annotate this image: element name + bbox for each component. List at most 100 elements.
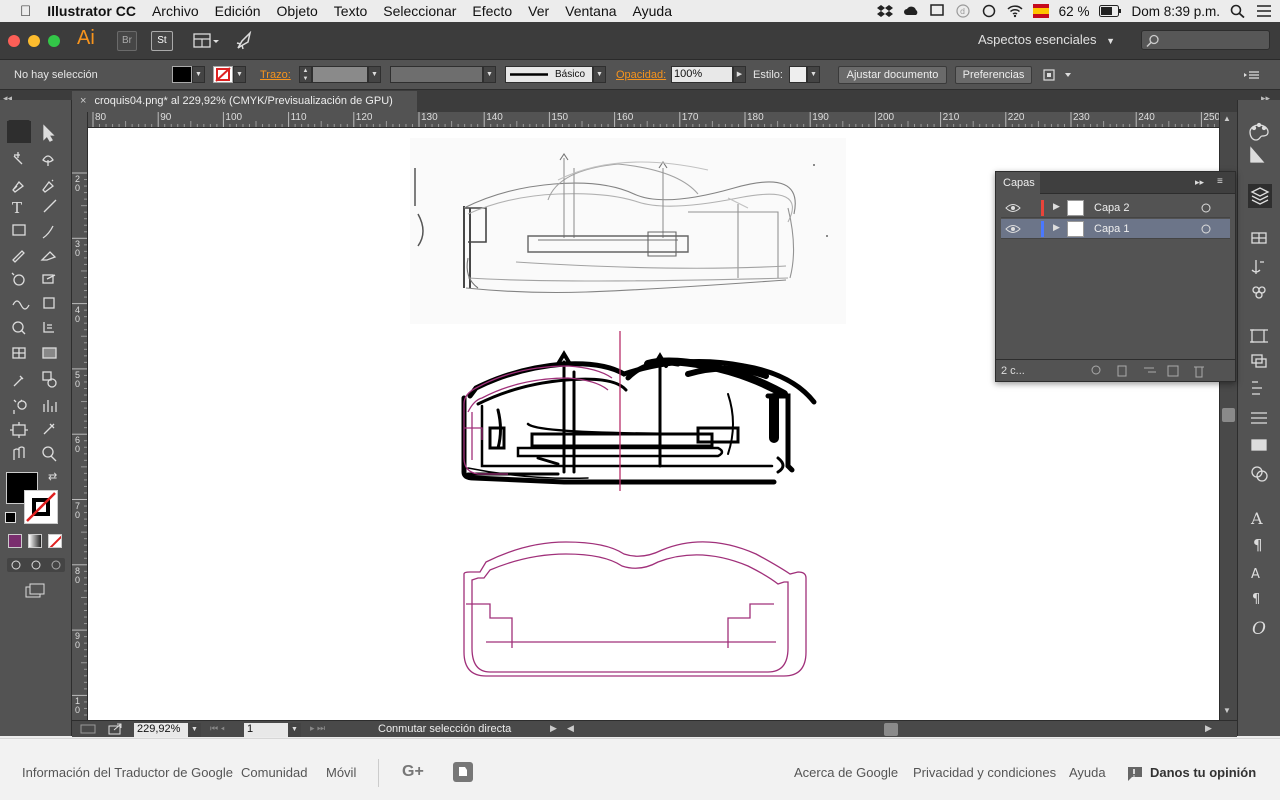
shape-builder-tool[interactable]	[8, 316, 30, 338]
paragraph-panel-icon[interactable]	[1249, 532, 1271, 554]
zoom-window-button[interactable]	[48, 35, 60, 47]
curvature-tool[interactable]	[39, 170, 61, 192]
bridge-button[interactable]: Br	[117, 31, 137, 51]
selection-tool[interactable]	[8, 120, 30, 142]
default-colors-icon[interactable]	[5, 512, 16, 523]
scroll-up-arrow-icon[interactable]: ▲	[1223, 114, 1231, 123]
eyedropper-tool[interactable]	[8, 366, 30, 388]
zoom-level-input[interactable]: 229,92%	[134, 723, 188, 737]
google-plus-icon[interactable]: G+	[402, 763, 424, 781]
new-sublayer-icon[interactable]	[1141, 362, 1157, 378]
target-circle-icon[interactable]	[1201, 224, 1211, 234]
footer-link-about-google[interactable]: Acerca de Google	[794, 765, 898, 780]
screen-mode-button[interactable]	[24, 582, 46, 600]
layer-row[interactable]: ▶ Capa 1	[1001, 219, 1230, 239]
swap-fill-stroke-icon[interactable]: ⇄	[48, 470, 57, 483]
pen-tool[interactable]	[8, 170, 30, 192]
layers-panel-menu-icon[interactable]: ≡	[1217, 176, 1223, 187]
paintbrush-tool[interactable]	[39, 218, 61, 240]
layers-panel-tab[interactable]: Capas	[996, 172, 1040, 194]
scroll-right-arrow-icon[interactable]: ▶	[1205, 723, 1212, 734]
close-window-button[interactable]	[8, 35, 20, 47]
rotate-tool[interactable]	[8, 268, 30, 290]
minimize-window-button[interactable]	[28, 35, 40, 47]
footer-link-help[interactable]: Ayuda	[1069, 765, 1106, 780]
menubar-clock[interactable]: Dom 8:39 p.m.	[1131, 4, 1220, 19]
ink-drawing[interactable]	[461, 350, 817, 485]
close-tab-icon[interactable]: ×	[80, 95, 86, 107]
sync-settings-button[interactable]	[235, 30, 255, 51]
gpu-performance-icon[interactable]	[80, 723, 98, 735]
profile-dropdown[interactable]: ▼	[483, 66, 496, 83]
paragraph-styles-panel-icon[interactable]	[1249, 587, 1271, 609]
character-panel-icon[interactable]	[1249, 505, 1271, 527]
layer-name[interactable]: Capa 2	[1094, 202, 1129, 214]
new-layer-icon[interactable]	[1166, 362, 1182, 378]
expand-triangle-icon[interactable]: ▶	[1053, 222, 1060, 233]
scroll-down-arrow-icon[interactable]: ▼	[1223, 706, 1231, 715]
variable-width-profile[interactable]	[390, 66, 483, 83]
blogger-icon[interactable]	[453, 762, 473, 782]
opacity-input[interactable]: 100%	[671, 66, 733, 83]
menu-efecto[interactable]: Efecto	[464, 3, 520, 19]
creative-cloud-icon[interactable]	[903, 4, 919, 18]
graphic-style-dropdown[interactable]: ▼	[807, 66, 820, 83]
menu-app-name[interactable]: Illustrator CC	[39, 3, 144, 19]
vertical-scroll-thumb[interactable]	[1222, 408, 1235, 422]
apple-icon[interactable]: 	[0, 3, 39, 20]
free-transform-tool[interactable]	[39, 292, 61, 314]
menu-seleccionar[interactable]: Seleccionar	[375, 3, 464, 19]
brushes-panel-icon[interactable]	[1249, 255, 1271, 277]
menu-ventana[interactable]: Ventana	[557, 3, 624, 19]
align-options-button[interactable]	[1043, 67, 1073, 83]
artboard-number-input[interactable]: 1	[244, 723, 290, 737]
gradient-mode-button[interactable]	[28, 534, 42, 548]
artboard-dropdown[interactable]: ▼	[288, 723, 301, 737]
opentype-panel-icon[interactable]	[1249, 616, 1271, 638]
eraser-tool[interactable]	[39, 243, 61, 265]
scale-tool[interactable]	[39, 268, 61, 290]
layer-name[interactable]: Capa 1	[1094, 223, 1129, 235]
line-segment-tool[interactable]	[39, 194, 61, 216]
mesh-tool[interactable]	[8, 342, 30, 364]
type-tool[interactable]	[8, 194, 30, 216]
layer-row[interactable]: ▶ Capa 2	[1001, 198, 1230, 218]
rectangle-tool[interactable]	[8, 218, 30, 240]
arrange-documents-button[interactable]	[193, 31, 223, 51]
stroke-label[interactable]: Trazo:	[260, 69, 291, 81]
magic-wand-tool[interactable]	[8, 144, 30, 166]
footer-link-community[interactable]: Comunidad	[241, 765, 308, 780]
menu-archivo[interactable]: Archivo	[144, 3, 207, 19]
stroke-dropdown[interactable]: ▼	[233, 66, 246, 83]
symbols-panel-icon[interactable]	[1249, 281, 1271, 303]
feedback-icon[interactable]	[1127, 766, 1143, 782]
stroke-panel-icon[interactable]	[1249, 406, 1271, 428]
symbol-sprayer-tool[interactable]	[8, 392, 30, 414]
libraries-panel-icon[interactable]	[1249, 226, 1271, 248]
hand-tool[interactable]	[8, 442, 30, 464]
color-guide-panel-icon[interactable]	[1249, 117, 1271, 139]
footer-link-privacy[interactable]: Privacidad y condiciones	[913, 765, 1056, 780]
fill-dropdown[interactable]: ▼	[192, 66, 205, 83]
none-mode-button[interactable]	[48, 534, 62, 548]
graphic-style-swatch[interactable]	[789, 66, 807, 83]
zoom-tool[interactable]	[39, 442, 61, 464]
help-search-input[interactable]	[1141, 30, 1270, 50]
color-mode-button[interactable]	[8, 534, 22, 548]
perspective-grid-tool[interactable]	[39, 316, 61, 338]
control-panel-menu-button[interactable]	[1243, 67, 1261, 83]
share-icon[interactable]	[108, 723, 124, 735]
stock-button[interactable]: St	[151, 31, 173, 51]
zoom-dropdown[interactable]: ▼	[188, 723, 201, 737]
clipping-mask-icon[interactable]	[1116, 362, 1132, 378]
first-artboard-icon[interactable]: ⏮ ◂	[210, 723, 225, 734]
spotlight-search-icon[interactable]	[1230, 4, 1246, 18]
transparency-panel-icon[interactable]	[1249, 434, 1271, 456]
opacity-slider-button[interactable]: ▶	[733, 66, 746, 83]
sync-icon[interactable]	[981, 4, 997, 18]
footer-link-mobile[interactable]: Móvil	[326, 765, 356, 780]
horizontal-ruler[interactable]: 80 90 100 110 120 130 140 150 160 170 180 190 200 210…	[88, 112, 1219, 128]
visibility-eye-icon[interactable]	[1005, 223, 1021, 235]
workspace-switcher[interactable]: Aspectos esenciales ▼	[978, 32, 1115, 47]
pathfinder-panel-icon[interactable]	[1249, 350, 1271, 372]
